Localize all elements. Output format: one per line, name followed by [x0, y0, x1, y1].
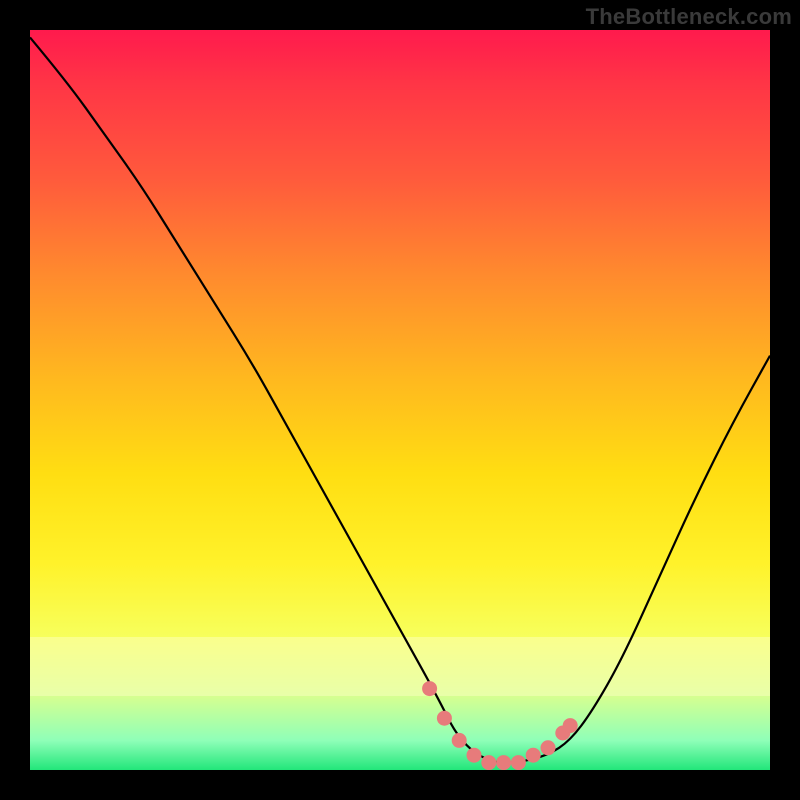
plot-area [30, 30, 770, 770]
marker-dot [481, 755, 496, 770]
marker-dot [511, 755, 526, 770]
marker-dot [437, 711, 452, 726]
marker-dot [563, 718, 578, 733]
marker-dot [467, 748, 482, 763]
marker-dot [541, 740, 556, 755]
marker-dot [526, 748, 541, 763]
highlight-markers [422, 681, 578, 770]
bottleneck-curve [30, 30, 770, 770]
chart-frame: TheBottleneck.com [0, 0, 800, 800]
watermark-text: TheBottleneck.com [586, 4, 792, 30]
marker-dot [496, 755, 511, 770]
curve-line [30, 37, 770, 762]
marker-dot [422, 681, 437, 696]
marker-dot [452, 733, 467, 748]
